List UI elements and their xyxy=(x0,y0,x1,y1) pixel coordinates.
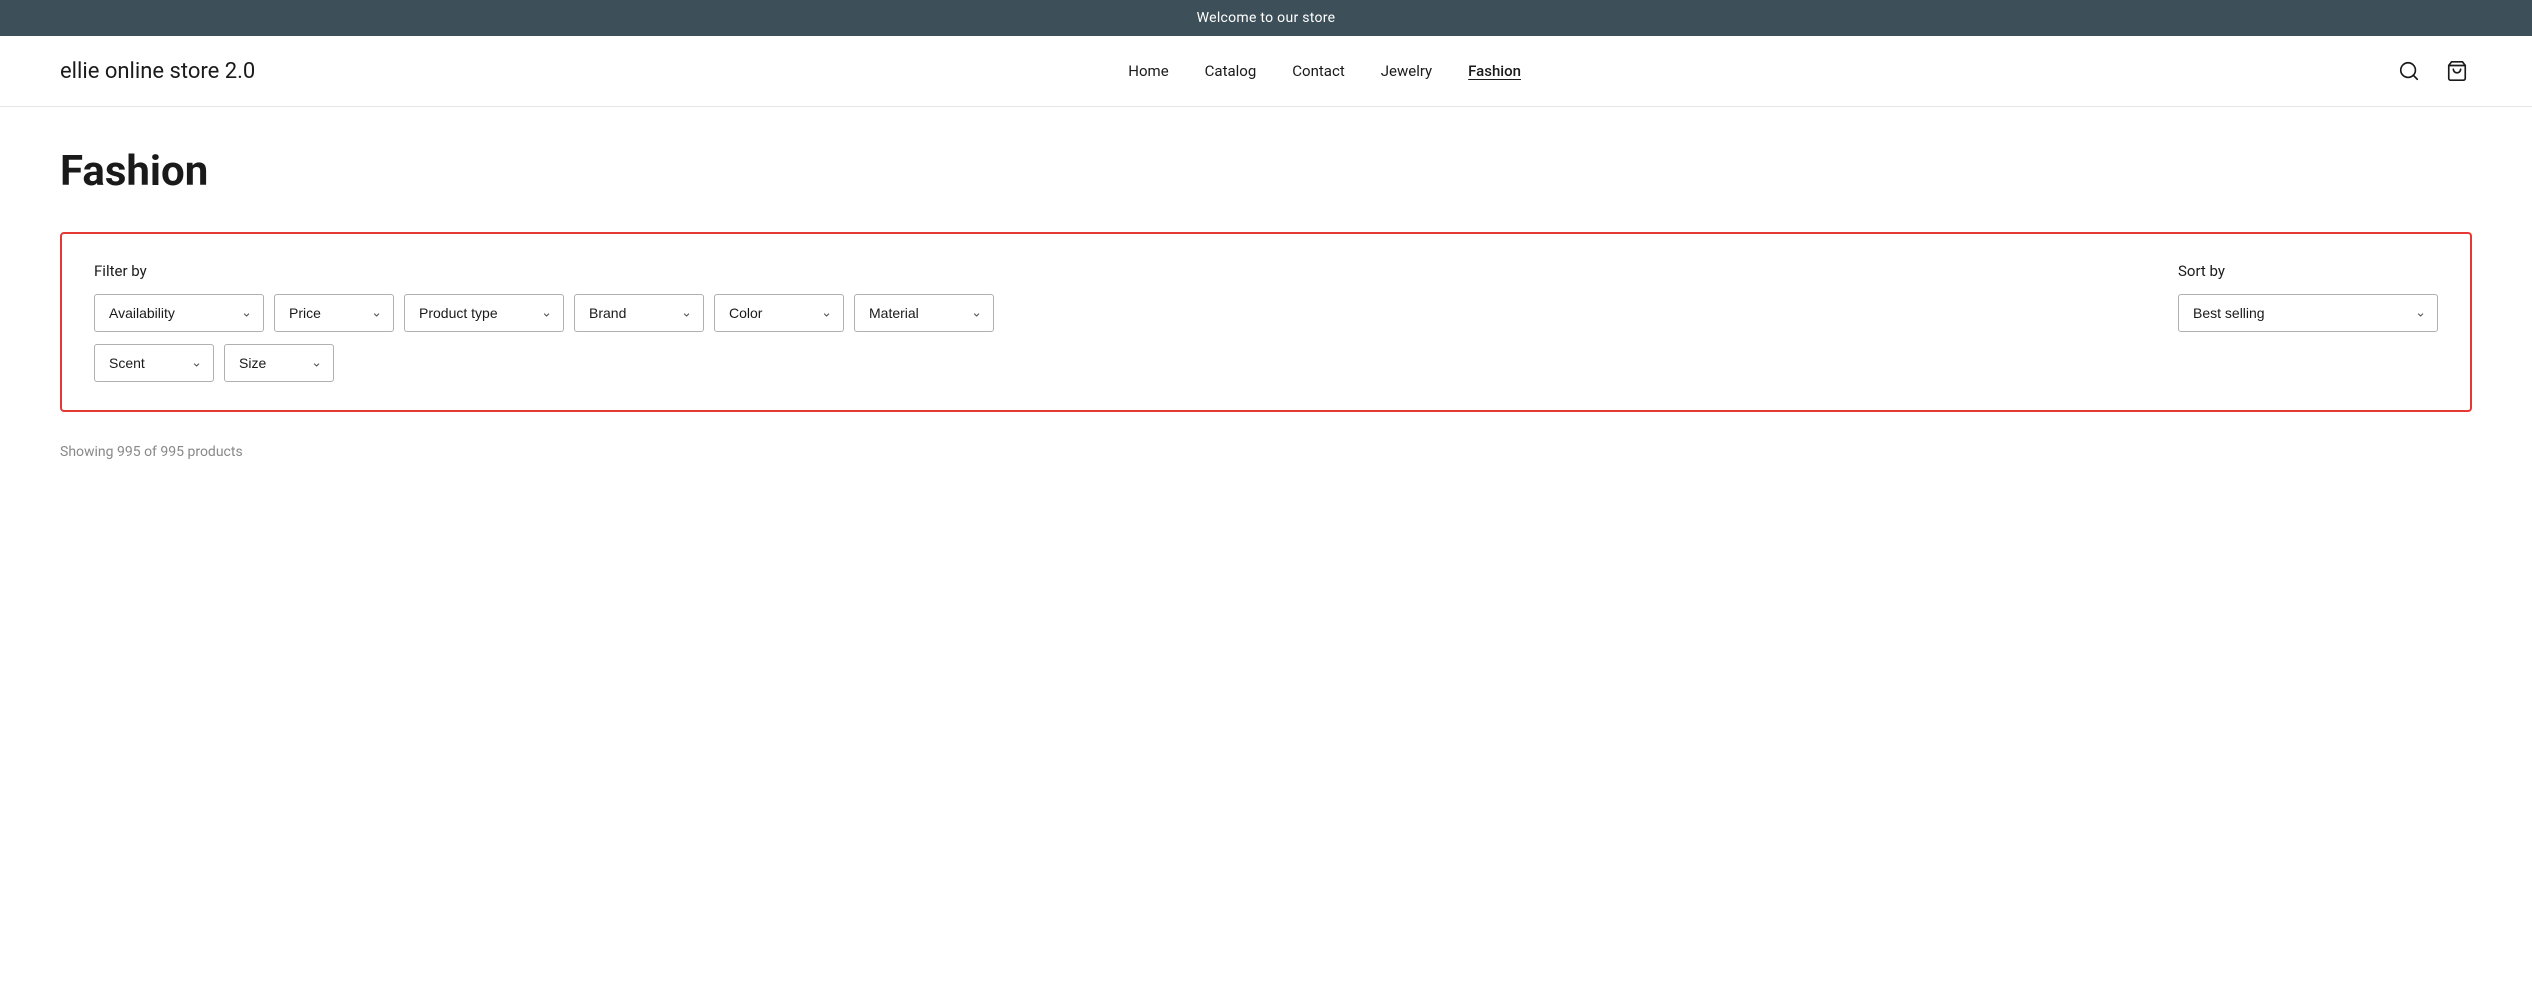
nav-item-fashion[interactable]: Fashion xyxy=(1468,62,1521,80)
search-button[interactable] xyxy=(2394,56,2424,86)
nav-item-contact[interactable]: Contact xyxy=(1292,62,1344,80)
main-content: Fashion Filter by Availability ⌄ Price ⌄ xyxy=(0,107,2532,480)
sort-wrapper: Best selling Price: Low to High Price: H… xyxy=(2178,294,2438,332)
material-wrapper: Material ⌄ xyxy=(854,294,994,332)
product-type-select[interactable]: Product type xyxy=(404,294,564,332)
page-title: Fashion xyxy=(60,147,2472,196)
size-wrapper: Size ⌄ xyxy=(224,344,334,382)
sort-label: Sort by xyxy=(2178,262,2438,280)
brand-wrapper: Brand ⌄ xyxy=(574,294,704,332)
logo: ellie online store 2.0 xyxy=(60,59,255,84)
cart-icon xyxy=(2446,60,2468,82)
header-icons xyxy=(2394,56,2472,86)
size-select[interactable]: Size xyxy=(224,344,334,382)
availability-wrapper: Availability ⌄ xyxy=(94,294,264,332)
search-icon xyxy=(2398,60,2420,82)
filter-row-2: Scent ⌄ Size ⌄ xyxy=(94,344,2158,382)
nav-item-jewelry[interactable]: Jewelry xyxy=(1381,62,1432,80)
filter-label: Filter by xyxy=(94,262,2158,280)
nav-item-home[interactable]: Home xyxy=(1128,62,1168,80)
price-select[interactable]: Price xyxy=(274,294,394,332)
brand-select[interactable]: Brand xyxy=(574,294,704,332)
color-wrapper: Color ⌄ xyxy=(714,294,844,332)
availability-select[interactable]: Availability xyxy=(94,294,264,332)
scent-wrapper: Scent ⌄ xyxy=(94,344,214,382)
scent-select[interactable]: Scent xyxy=(94,344,214,382)
filter-sort-box: Filter by Availability ⌄ Price ⌄ xyxy=(60,232,2472,412)
header: ellie online store 2.0 Home Catalog Cont… xyxy=(0,36,2532,107)
products-count: Showing 995 of 995 products xyxy=(60,444,2472,460)
price-wrapper: Price ⌄ xyxy=(274,294,394,332)
material-select[interactable]: Material xyxy=(854,294,994,332)
filter-row-1: Availability ⌄ Price ⌄ Product type ⌄ xyxy=(94,294,2158,332)
announcement-text: Welcome to our store xyxy=(1197,10,1336,26)
main-nav: Home Catalog Contact Jewelry Fashion xyxy=(1128,62,1521,80)
cart-button[interactable] xyxy=(2442,56,2472,86)
product-type-wrapper: Product type ⌄ xyxy=(404,294,564,332)
announcement-bar: Welcome to our store xyxy=(0,0,2532,36)
color-select[interactable]: Color xyxy=(714,294,844,332)
sort-select[interactable]: Best selling Price: Low to High Price: H… xyxy=(2178,294,2438,332)
filter-section: Filter by Availability ⌄ Price ⌄ xyxy=(94,262,2158,382)
sort-section: Sort by Best selling Price: Low to High … xyxy=(2178,262,2438,332)
nav-item-catalog[interactable]: Catalog xyxy=(1205,62,1257,80)
